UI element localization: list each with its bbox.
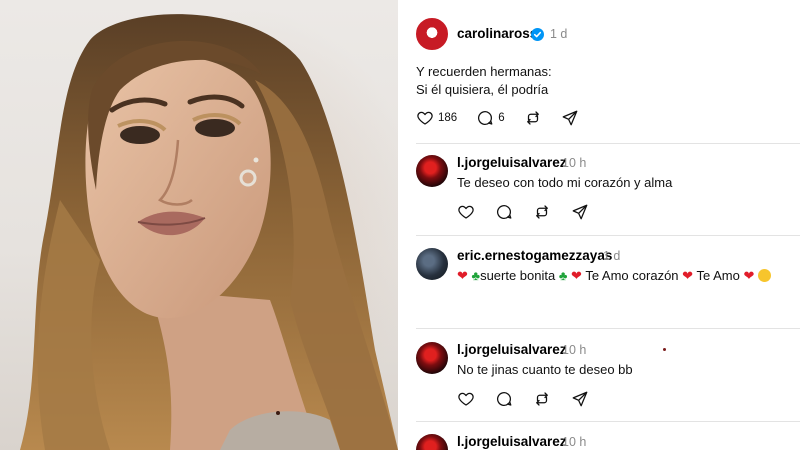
- divider: [416, 328, 800, 329]
- like-count: 186: [438, 112, 458, 124]
- author-avatar[interactable]: [416, 18, 448, 50]
- comment-icon: [478, 111, 493, 126]
- thread-panel: carolinaross 1 d Y recuerden hermanas: S…: [398, 0, 800, 450]
- clover-emoji: ♣: [471, 268, 481, 283]
- reply-time: 10 h: [562, 435, 587, 449]
- reply-avatar[interactable]: [416, 248, 448, 280]
- comment-icon: [496, 392, 512, 407]
- divider: [416, 143, 800, 144]
- share-icon: [572, 204, 588, 220]
- comment-count: 6: [498, 112, 505, 124]
- verified-icon: [531, 28, 544, 41]
- comment-icon: [496, 205, 512, 220]
- post-photo[interactable]: [0, 0, 398, 450]
- repost-icon: [536, 205, 548, 219]
- repost-icon: [536, 392, 548, 406]
- reply-text: Te deseo con todo mi corazón y alma: [457, 175, 673, 190]
- share-icon: [572, 391, 588, 407]
- caption-line-2: Si él quisiera, él podría: [416, 82, 549, 97]
- heart-emoji: ❤: [743, 268, 755, 283]
- reply-avatar[interactable]: [416, 342, 448, 374]
- comment-button[interactable]: [495, 390, 513, 408]
- divider: [416, 235, 800, 236]
- repost-button[interactable]: [533, 390, 551, 408]
- divider: [416, 421, 800, 422]
- portrait-illustration: [20, 10, 398, 450]
- reply-username[interactable]: eric.ernestogamezzayas: [457, 248, 612, 263]
- repost-icon: [526, 111, 539, 125]
- reply-actions: [457, 203, 589, 221]
- smiley-emoji: [757, 269, 771, 282]
- comment-button[interactable]: 6: [476, 109, 505, 127]
- reply-username[interactable]: l.jorgeluisalvarez: [457, 155, 567, 170]
- reply-segment: Te Amo corazón: [585, 268, 679, 283]
- reply-segment: Te Amo: [696, 268, 740, 283]
- dot-mark: [663, 348, 666, 351]
- heart-emoji: ❤: [457, 268, 468, 283]
- clover-emoji: ♣: [558, 268, 568, 283]
- reply-segment: suerte bonita: [480, 268, 556, 283]
- heart-emoji: ❤: [571, 268, 582, 283]
- share-icon: [562, 110, 577, 126]
- post-time: 1 d: [550, 27, 568, 41]
- reply-time: 10 h: [562, 343, 587, 357]
- like-button[interactable]: [457, 203, 475, 221]
- like-button[interactable]: [457, 390, 475, 408]
- like-button[interactable]: 186: [416, 109, 457, 127]
- author-username[interactable]: carolinaross: [457, 26, 537, 41]
- heart-icon: [458, 205, 474, 219]
- reply-actions: [457, 390, 589, 408]
- caption-line-1: Y recuerden hermanas:: [416, 64, 552, 79]
- repost-button[interactable]: [533, 203, 551, 221]
- heart-emoji: ❤: [682, 268, 694, 283]
- reply-username[interactable]: l.jorgeluisalvarez: [457, 342, 567, 357]
- reply-text: ❤ ♣suerte bonita ♣ ❤ Te Amo corazón ❤ Te…: [457, 266, 771, 286]
- repost-button[interactable]: [524, 109, 542, 127]
- share-button[interactable]: [571, 390, 589, 408]
- reply-time: 1 d: [603, 249, 621, 263]
- reply-username[interactable]: l.jorgeluisalvarez: [457, 434, 567, 449]
- reply-avatar[interactable]: [416, 155, 448, 187]
- reply-time: 10 h: [562, 156, 587, 170]
- reply-text: No te jinas cuanto te deseo bb: [457, 362, 633, 377]
- reply-avatar[interactable]: [416, 434, 448, 450]
- share-button[interactable]: [561, 109, 579, 127]
- comment-button[interactable]: [495, 203, 513, 221]
- heart-icon: [458, 392, 474, 406]
- share-button[interactable]: [571, 203, 589, 221]
- post-actions: 186 6: [416, 109, 579, 127]
- heart-icon: [417, 111, 433, 125]
